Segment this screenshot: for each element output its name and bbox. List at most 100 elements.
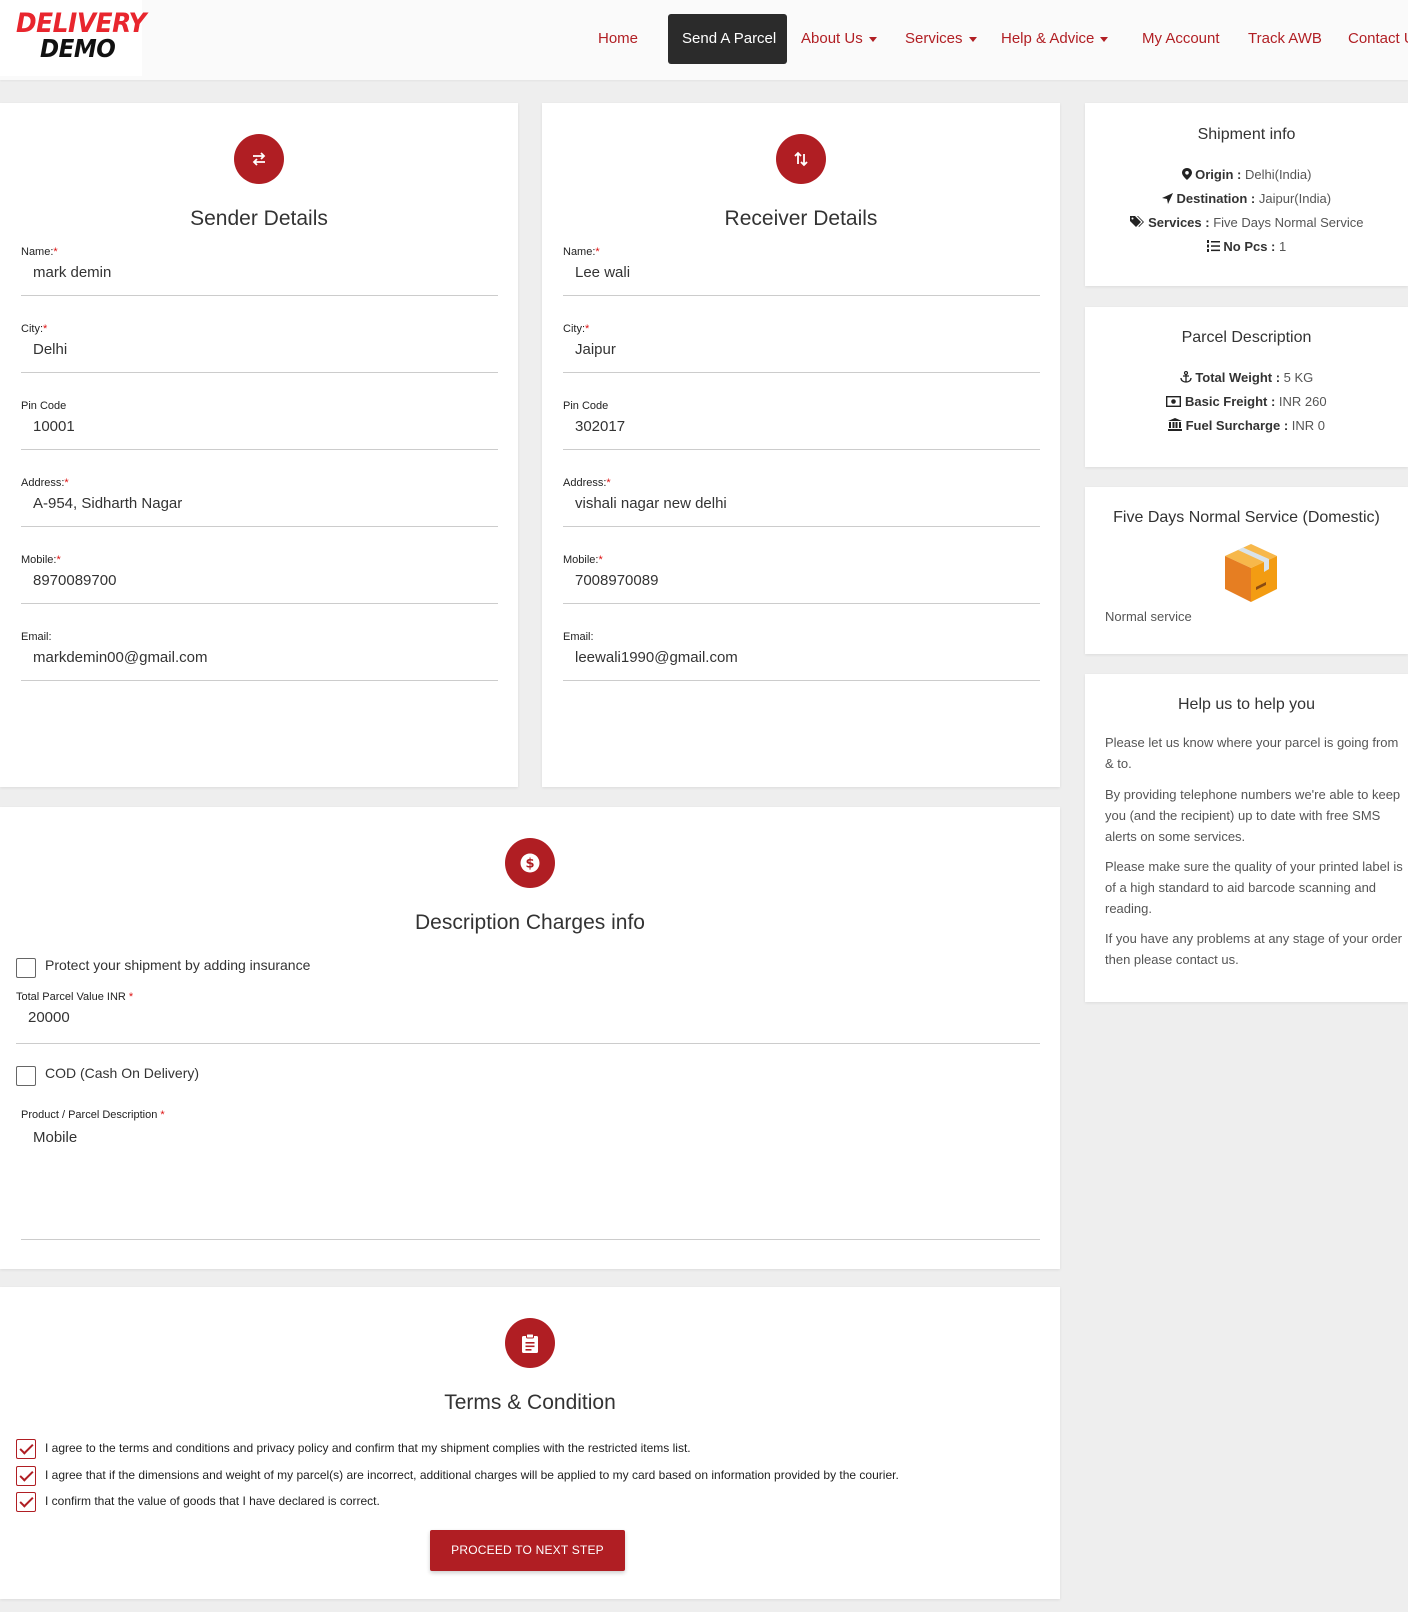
origin-row: Origin : Delhi(India) xyxy=(1085,167,1408,182)
required-mark: * xyxy=(585,323,590,335)
input-underline xyxy=(21,526,498,527)
receiver-name-input[interactable]: Lee wali xyxy=(575,264,630,281)
caret-down-icon xyxy=(968,36,977,42)
sender-address-input[interactable]: A-954, Sidharth Nagar xyxy=(33,495,182,512)
required-mark: * xyxy=(606,477,611,489)
charges-card: $ Description Charges info Protect your … xyxy=(0,807,1060,1269)
dollar-circle-icon: $ xyxy=(505,838,555,888)
top-navbar: DELIVERY DEMO Home Send A Parcel About U… xyxy=(0,0,1408,80)
parcel-value-field[interactable]: Total Parcel Value INR * 20000 xyxy=(16,991,1040,1045)
brand-logo[interactable]: DELIVERY DEMO xyxy=(0,0,146,76)
sender-address-label: Address:* xyxy=(21,477,69,489)
textarea-underline xyxy=(21,1239,1040,1240)
required-mark: * xyxy=(160,1109,165,1121)
sender-mobile-input[interactable]: 8970089700 xyxy=(33,572,116,589)
nav-home[interactable]: Home xyxy=(598,14,638,64)
input-underline xyxy=(563,295,1040,296)
charges-title: Description Charges info xyxy=(415,911,645,934)
receiver-mobile-input[interactable]: 7008970089 xyxy=(575,572,658,589)
help-paragraph-4: If you have any problems at any stage of… xyxy=(1105,931,1403,967)
terms-label-3: I confirm that the value of goods that I… xyxy=(45,1494,380,1508)
receiver-pin-field[interactable]: Pin Code 302017 xyxy=(563,400,1040,450)
nav-track-awb[interactable]: Track AWB xyxy=(1248,14,1322,64)
nav-services[interactable]: Services xyxy=(905,14,977,64)
brand-line-2: DEMO xyxy=(40,34,116,63)
receiver-name-field[interactable]: Name:* Lee wali xyxy=(563,246,1040,296)
proceed-button[interactable]: PROCEED TO NEXT STEP xyxy=(430,1530,625,1571)
freight-row: Basic Freight : INR 260 xyxy=(1085,394,1408,409)
sender-email-field[interactable]: Email: markdemin00@gmail.com xyxy=(21,631,498,681)
nav-help-advice[interactable]: Help & Advice xyxy=(1001,14,1109,64)
input-underline xyxy=(563,680,1040,681)
weight-label: Total Weight : xyxy=(1195,370,1281,385)
terms-checkbox-3[interactable] xyxy=(16,1492,36,1512)
sender-name-field[interactable]: Name:* mark demin xyxy=(21,246,498,296)
parcel-description-textarea[interactable]: Mobile xyxy=(33,1129,77,1146)
sender-address-field[interactable]: Address:* A-954, Sidharth Nagar xyxy=(21,477,498,527)
sender-email-label: Email: xyxy=(21,631,52,643)
insurance-checkbox[interactable] xyxy=(16,958,36,978)
terms-title: Terms & Condition xyxy=(444,1391,616,1414)
service-card: Five Days Normal Service (Domestic) Norm… xyxy=(1085,487,1408,654)
list-ordered-icon xyxy=(1206,240,1220,252)
help-paragraph-1: Please let us know where your parcel is … xyxy=(1105,735,1399,771)
receiver-name-label: Name:* xyxy=(563,246,600,258)
sender-city-field[interactable]: City:* Delhi xyxy=(21,323,498,373)
help-paragraph-3: Please make sure the quality of your pri… xyxy=(1105,859,1403,916)
sender-address-label-text: Address: xyxy=(21,477,65,489)
sender-mobile-label: Mobile:* xyxy=(21,554,61,566)
sender-card: Sender Details Name:* mark demin City:* … xyxy=(0,103,518,787)
receiver-city-label: City:* xyxy=(563,323,589,335)
terms-checkbox-2[interactable] xyxy=(16,1466,36,1486)
help-paragraph-2: By providing telephone numbers we're abl… xyxy=(1105,787,1401,844)
cod-checkbox[interactable] xyxy=(16,1066,36,1086)
clipboard-icon xyxy=(505,1318,555,1368)
sender-name-input[interactable]: mark demin xyxy=(33,264,111,281)
nav-contact[interactable]: Contact U xyxy=(1348,14,1408,64)
svg-text:$: $ xyxy=(525,857,534,872)
parcel-desc-label: Product / Parcel Description * xyxy=(21,1109,165,1121)
pcs-label: No Pcs : xyxy=(1223,239,1276,254)
services-row: Services : Five Days Normal Service xyxy=(1085,215,1408,230)
cod-label: COD (Cash On Delivery) xyxy=(45,1065,200,1081)
shipment-info-card: Shipment info Origin : Delhi(India) Dest… xyxy=(1085,103,1408,286)
parcel-value-input[interactable]: 20000 xyxy=(28,1009,70,1026)
nav-send-parcel[interactable]: Send A Parcel xyxy=(668,14,787,64)
receiver-mobile-field[interactable]: Mobile:* 7008970089 xyxy=(563,554,1040,604)
sender-pin-field[interactable]: Pin Code 10001 xyxy=(21,400,498,450)
required-mark: * xyxy=(128,991,134,1003)
service-subtitle: Normal service xyxy=(1105,609,1192,624)
sender-city-label: City:* xyxy=(21,323,47,335)
sender-email-input[interactable]: markdemin00@gmail.com xyxy=(33,649,207,666)
receiver-address-input[interactable]: vishali nagar new delhi xyxy=(575,495,727,512)
input-underline xyxy=(21,603,498,604)
fuel-row: Fuel Surcharge : INR 0 xyxy=(1085,418,1408,433)
receiver-address-field[interactable]: Address:* vishali nagar new delhi xyxy=(563,477,1040,527)
sender-city-input[interactable]: Delhi xyxy=(33,341,67,358)
input-underline xyxy=(563,603,1040,604)
receiver-city-input[interactable]: Jaipur xyxy=(575,341,616,358)
parcel-description-field[interactable]: Product / Parcel Description * Mobile xyxy=(21,1109,1040,1240)
receiver-email-field[interactable]: Email: leewali1990@gmail.com xyxy=(563,631,1040,681)
services-value: Five Days Normal Service xyxy=(1213,215,1364,230)
terms-checkbox-1[interactable] xyxy=(16,1439,36,1459)
destination-value: Jaipur(India) xyxy=(1258,191,1332,206)
help-title: Help us to help you xyxy=(1178,696,1315,713)
nav-about-us[interactable]: About Us xyxy=(801,14,877,64)
service-title: Five Days Normal Service (Domestic) xyxy=(1113,509,1380,526)
sender-title: Sender Details xyxy=(190,207,328,230)
terms-label-2: I agree that if the dimensions and weigh… xyxy=(45,1468,899,1482)
receiver-email-input[interactable]: leewali1990@gmail.com xyxy=(575,649,738,666)
required-mark: * xyxy=(53,246,58,258)
nav-my-account[interactable]: My Account xyxy=(1142,14,1220,64)
receiver-pin-input[interactable]: 302017 xyxy=(575,418,625,435)
receiver-city-field[interactable]: City:* Jaipur xyxy=(563,323,1040,373)
sender-pin-label: Pin Code xyxy=(21,400,67,412)
required-mark: * xyxy=(64,477,69,489)
sender-mobile-label-text: Mobile: xyxy=(21,554,57,566)
sender-mobile-field[interactable]: Mobile:* 8970089700 xyxy=(21,554,498,604)
origin-value: Delhi(India) xyxy=(1244,167,1312,182)
receiver-name-label-text: Name: xyxy=(563,246,596,258)
sender-pin-input[interactable]: 10001 xyxy=(33,418,75,435)
destination-label: Destination : xyxy=(1176,191,1256,206)
